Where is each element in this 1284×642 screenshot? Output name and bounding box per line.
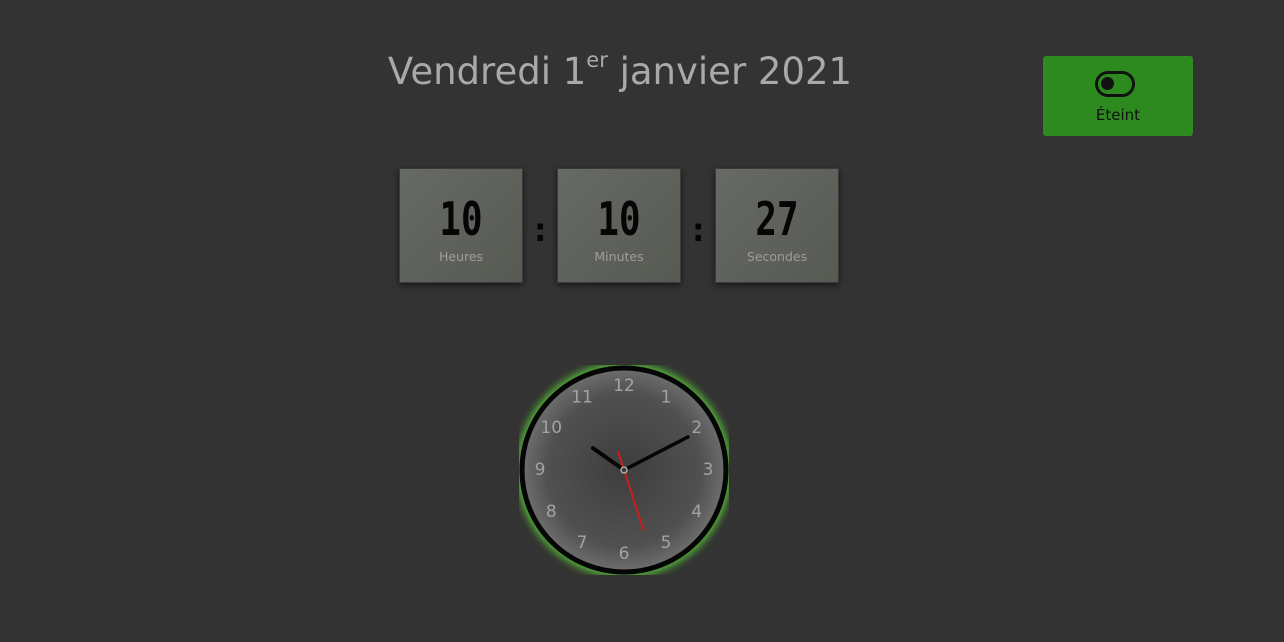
time-separator: : <box>688 210 709 250</box>
toggle-off-icon <box>1095 71 1135 97</box>
clock-number: 2 <box>691 418 702 438</box>
date-ordinal-suffix: er <box>586 48 608 72</box>
hours-value: 10 <box>439 192 483 246</box>
date-month-year: janvier 2021 <box>607 50 853 93</box>
minutes-value: 10 <box>597 192 641 246</box>
clock-number: 11 <box>571 387 593 407</box>
time-separator: : <box>530 210 551 250</box>
date-title: Vendredi 1er janvier 2021 <box>320 48 920 93</box>
date-weekday-day: Vendredi 1 <box>387 50 587 93</box>
clock-center-pin <box>620 466 628 474</box>
hours-label: Heures <box>438 249 484 264</box>
hours-box: 10 Heures <box>399 168 523 283</box>
analog-clock: 12 12 3 45 6 78 9 10 11 <box>519 365 729 575</box>
clock-number: 5 <box>661 533 672 553</box>
clock-number: 9 <box>535 460 546 480</box>
clock-number: 1 <box>661 387 672 407</box>
seconds-label: Secondes <box>746 249 808 264</box>
clock-number: 6 <box>619 544 630 564</box>
clock-number: 4 <box>691 502 702 522</box>
toggle-label: Éteint <box>1095 106 1141 124</box>
toggle-knob <box>1101 77 1114 90</box>
clock-number: 12 <box>613 376 635 396</box>
clock-number: 8 <box>546 502 557 522</box>
power-toggle-button[interactable]: Éteint <box>1043 56 1193 136</box>
minutes-label: Minutes <box>594 249 644 264</box>
seconds-value: 27 <box>755 192 799 246</box>
minutes-box: 10 Minutes <box>557 168 681 283</box>
clock-number: 7 <box>577 533 588 553</box>
clock-number: 3 <box>703 460 714 480</box>
clock-number: 10 <box>540 418 562 438</box>
seconds-box: 27 Secondes <box>715 168 839 283</box>
